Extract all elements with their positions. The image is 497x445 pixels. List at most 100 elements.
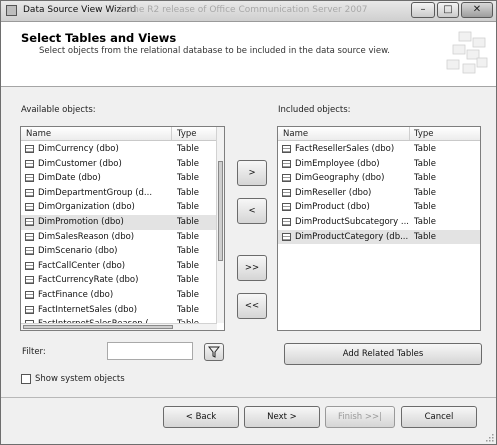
item-name: DimDepartmentGroup (d...: [38, 187, 153, 198]
available-list-header: Name Type: [21, 127, 217, 141]
list-item[interactable]: DimSalesReason (dbo) Table: [21, 230, 217, 245]
item-type: Table: [177, 158, 199, 169]
list-item[interactable]: DimOrganization (dbo) Table: [21, 200, 217, 215]
minimize-icon: –: [420, 4, 426, 15]
list-item[interactable]: FactResellerSales (dbo) Table: [278, 142, 480, 157]
list-item[interactable]: DimCustomer (dbo) Table: [21, 157, 217, 172]
included-list-header: Name Type: [278, 127, 480, 141]
funnel-icon: [207, 346, 221, 358]
available-vertical-scrollbar[interactable]: [216, 127, 224, 323]
item-name: DimScenario (dbo): [38, 246, 118, 257]
column-header-type[interactable]: Type: [414, 129, 434, 139]
item-name: FactCallCenter (dbo): [38, 260, 126, 271]
background-window-title: ...is the R2 release of Office Communica…: [111, 5, 368, 15]
page-title: Select Tables and Views: [21, 31, 177, 45]
item-type: Table: [177, 289, 199, 300]
table-icon: [25, 174, 34, 183]
resize-grip-icon[interactable]: [484, 432, 494, 442]
list-item[interactable]: DimDepartmentGroup (d... Table: [21, 186, 217, 201]
add-button[interactable]: >: [237, 160, 267, 186]
included-objects-list[interactable]: Name Type FactResellerSales (dbo) Table Di…: [277, 126, 481, 331]
item-type: Table: [177, 231, 199, 242]
table-icon: [25, 203, 34, 212]
list-item[interactable]: DimDate (dbo) Table: [21, 171, 217, 186]
list-item[interactable]: DimProductCategory (db... Table: [278, 229, 480, 245]
list-item[interactable]: DimGeography (dbo) Table: [278, 171, 480, 186]
maximize-button[interactable]: □: [437, 2, 459, 18]
included-rows: FactResellerSales (dbo) Table DimEmployee …: [278, 142, 480, 245]
wizard-window: Data Source View Wizard ...is the R2 rel…: [0, 0, 497, 445]
item-name: DimCurrency (dbo): [38, 144, 119, 154]
item-name: DimEmployee (dbo): [295, 158, 380, 169]
back-button[interactable]: < Back: [163, 406, 239, 428]
close-button[interactable]: ✕: [461, 2, 493, 18]
next-button[interactable]: Next >: [244, 406, 320, 428]
database-graphic-icon: [446, 31, 488, 74]
filter-button[interactable]: [204, 343, 224, 361]
scrollbar-thumb[interactable]: [23, 325, 173, 329]
list-item[interactable]: DimProduct (dbo) Table: [278, 200, 480, 215]
scrollbar-thumb[interactable]: [218, 161, 223, 261]
filter-input[interactable]: [107, 342, 193, 360]
item-type: Table: [177, 144, 199, 154]
close-icon: ✕: [472, 4, 482, 15]
table-icon: [25, 159, 34, 168]
list-item[interactable]: DimReseller (dbo) Table: [278, 186, 480, 201]
available-objects-list[interactable]: Name Type DimCurrency (dbo) Table DimCusto…: [20, 126, 225, 331]
minimize-button[interactable]: –: [411, 2, 435, 18]
list-item[interactable]: DimCurrency (dbo) Table: [21, 142, 217, 157]
table-icon: [282, 188, 291, 197]
item-name: DimSalesReason (dbo): [38, 231, 135, 242]
list-item[interactable]: FactFinance (dbo) Table: [21, 288, 217, 303]
table-icon: [25, 276, 34, 285]
table-icon: [25, 188, 34, 197]
column-divider: [409, 127, 410, 140]
table-icon: [25, 261, 34, 270]
list-item[interactable]: FactCallCenter (dbo) Table: [21, 259, 217, 274]
table-icon: [25, 290, 34, 299]
available-horizontal-scrollbar[interactable]: [21, 323, 217, 330]
item-type: Table: [177, 275, 199, 286]
table-icon: [25, 145, 34, 153]
table-icon: [282, 145, 291, 153]
item-type: Table: [177, 216, 199, 227]
remove-button[interactable]: <: [237, 198, 267, 224]
filter-label: Filter:: [22, 347, 46, 357]
cancel-button[interactable]: Cancel: [401, 406, 477, 428]
item-name: FactResellerSales (dbo): [295, 144, 395, 154]
item-name: DimCustomer (dbo): [38, 158, 122, 169]
item-type: Table: [414, 158, 436, 169]
list-item[interactable]: DimScenario (dbo) Table: [21, 244, 217, 259]
list-item[interactable]: DimEmployee (dbo) Table: [278, 157, 480, 172]
table-icon: [25, 232, 34, 241]
list-item[interactable]: FactCurrencyRate (dbo) Table: [21, 273, 217, 288]
add-related-tables-button[interactable]: Add Related Tables: [284, 343, 482, 365]
wizard-header: Select Tables and Views Select objects f…: [1, 22, 496, 87]
show-system-objects-checkbox[interactable]: [21, 374, 31, 384]
column-header-name[interactable]: Name: [26, 129, 51, 139]
item-type: Table: [414, 144, 436, 154]
column-divider: [171, 127, 172, 140]
item-name: DimGeography (dbo): [295, 173, 385, 184]
item-type: Table: [414, 187, 436, 198]
app-icon: [6, 5, 17, 16]
table-icon: [282, 174, 291, 183]
item-type: Table: [414, 231, 436, 242]
item-type: Table: [177, 304, 199, 315]
show-system-objects-label: Show system objects: [35, 374, 125, 384]
list-item[interactable]: DimProductSubcategory ... Table: [278, 215, 480, 230]
item-name: DimProductSubcategory ...: [295, 216, 410, 227]
maximize-icon: □: [443, 4, 453, 15]
column-header-type[interactable]: Type: [177, 129, 197, 139]
list-item[interactable]: FactInternetSales (dbo) Table: [21, 303, 217, 318]
item-name: FactFinance (dbo): [38, 289, 114, 300]
available-objects-label: Available objects:: [21, 105, 96, 115]
item-type: Table: [177, 202, 199, 213]
remove-all-button[interactable]: <<: [237, 293, 267, 319]
table-icon: [282, 159, 291, 168]
page-subtitle: Select objects from the relational datab…: [39, 46, 390, 56]
add-all-button[interactable]: >>: [237, 255, 267, 281]
list-item[interactable]: DimPromotion (dbo) Table: [21, 214, 217, 230]
finish-button[interactable]: Finish >>|: [325, 406, 395, 428]
column-header-name[interactable]: Name: [283, 129, 308, 139]
